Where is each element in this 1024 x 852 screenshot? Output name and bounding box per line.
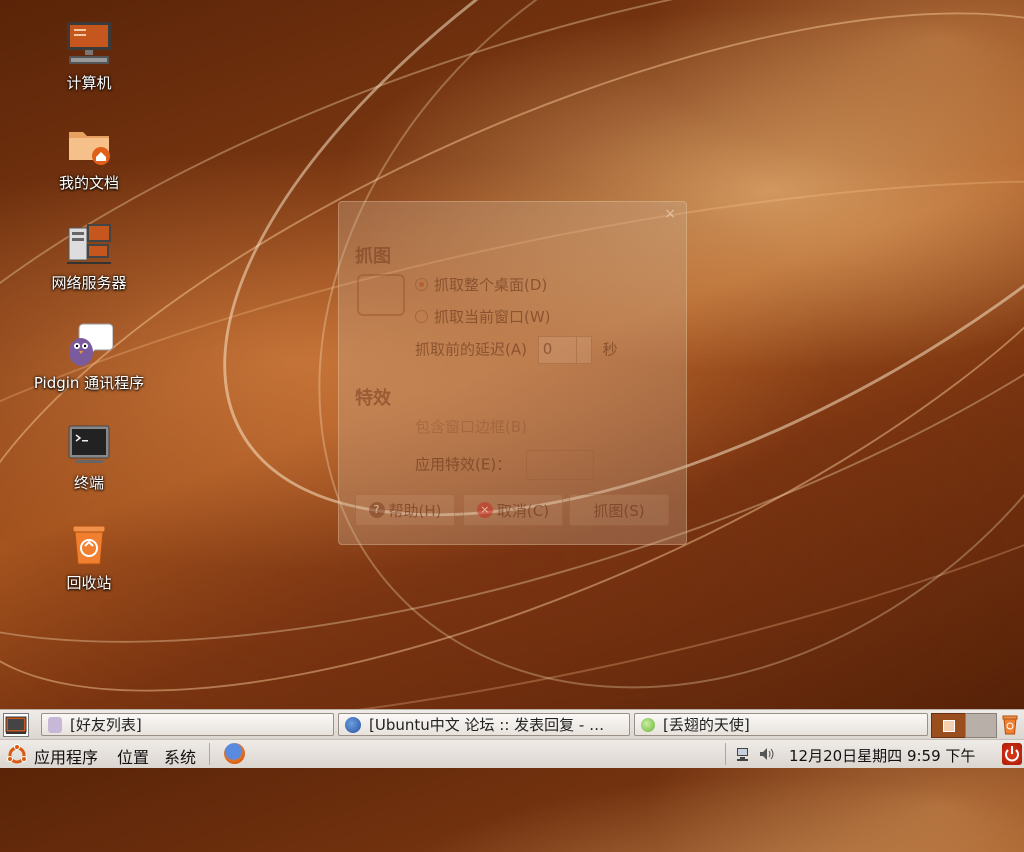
grab-button[interactable]: 抓图(S) bbox=[569, 494, 669, 526]
delay-label: 抓取前的延迟(A) bbox=[415, 340, 527, 359]
clock[interactable]: 12月20日星期四 9:59 下午 bbox=[789, 745, 975, 766]
help-button[interactable]: ? 帮助(H) bbox=[355, 494, 455, 526]
task-buddy-list[interactable]: [好友列表] bbox=[41, 713, 334, 736]
menu-system[interactable]: 系统 bbox=[164, 744, 196, 768]
desktop-icon-label: 回收站 bbox=[66, 574, 112, 592]
task-label: [好友列表] bbox=[70, 716, 142, 734]
shutdown-button[interactable] bbox=[1002, 743, 1022, 765]
desktop-icon-label: 网络服务器 bbox=[51, 274, 127, 292]
radio-label: 抓取当前窗口(W) bbox=[434, 308, 551, 326]
trash-applet[interactable] bbox=[1000, 714, 1020, 736]
radio-indicator bbox=[415, 278, 428, 291]
home-folder-icon bbox=[65, 120, 113, 168]
firefox-icon bbox=[345, 716, 361, 733]
desktop-icon-computer[interactable]: 计算机 bbox=[20, 20, 158, 93]
desktop-icon-label: 终端 bbox=[73, 474, 104, 492]
task-firefox[interactable]: [Ubuntu中文 论坛 :: 发表回复 - … bbox=[338, 713, 630, 736]
apply-effect-row: 应用特效(E)： bbox=[415, 450, 594, 480]
help-icon: ? bbox=[368, 502, 385, 518]
network-status-icon[interactable] bbox=[736, 746, 752, 766]
desktop-icon-documents[interactable]: 我的文档 bbox=[20, 120, 158, 193]
desktop-icon-label: 我的文档 bbox=[58, 174, 119, 192]
desktop-icon-trash[interactable]: 回收站 bbox=[20, 520, 158, 593]
firefox-launcher-icon[interactable] bbox=[224, 743, 245, 764]
checkbox-include-border[interactable]: 包含窗口边框(B) bbox=[415, 416, 527, 437]
task-label: [Ubuntu中文 论坛 :: 发表回复 - … bbox=[369, 716, 605, 734]
delay-unit: 秒 bbox=[602, 340, 618, 359]
pidgin-buddy-icon bbox=[48, 716, 62, 733]
separator bbox=[209, 743, 210, 765]
cancel-button-label: 取消(C) bbox=[496, 501, 550, 520]
section-title-grab: 抓图 bbox=[355, 246, 391, 267]
trash-icon bbox=[65, 520, 113, 568]
cancel-button[interactable]: × 取消(C) bbox=[463, 494, 563, 526]
menu-places[interactable]: 位置 bbox=[117, 744, 149, 768]
radio-label: 抓取整个桌面(D) bbox=[434, 276, 548, 294]
desktop-icon-label: 计算机 bbox=[66, 74, 112, 92]
pidgin-icon bbox=[65, 320, 114, 368]
desktop-icon-network[interactable]: 网络服务器 bbox=[20, 220, 158, 293]
task-label: [丢翅的天使] bbox=[663, 716, 750, 734]
terminal-icon bbox=[65, 420, 113, 468]
camera-icon bbox=[357, 274, 405, 316]
apply-effect-label: 应用特效(E)： bbox=[415, 455, 512, 474]
top-panel: 应用程序 位置 系统 12月20日星期四 9:59 下午 bbox=[0, 739, 1024, 768]
separator bbox=[725, 743, 726, 765]
spin-arrows[interactable] bbox=[575, 337, 591, 363]
window-list-panel: [好友列表] [Ubuntu中文 论坛 :: 发表回复 - … [丢翅的天使] bbox=[0, 709, 1024, 739]
delay-value: 0 bbox=[542, 340, 553, 358]
ubuntu-logo-icon bbox=[6, 744, 28, 770]
show-desktop-icon bbox=[5, 716, 27, 734]
desktop-icon-terminal[interactable]: 终端 bbox=[20, 420, 158, 493]
status-available-icon bbox=[641, 717, 655, 732]
desktop-icon-label: Pidgin 通讯程序 bbox=[33, 374, 145, 392]
desktop-icon-pidgin[interactable]: Pidgin 通讯程序 bbox=[20, 320, 158, 393]
screenshot-dialog: × 抓图 抓取整个桌面(D) 抓取当前窗口(W) 抓取前的延迟(A) 0 秒 特… bbox=[338, 201, 687, 545]
help-button-label: 帮助(H) bbox=[388, 501, 442, 520]
delay-row: 抓取前的延迟(A) 0 秒 bbox=[415, 336, 618, 364]
cancel-icon: × bbox=[476, 502, 493, 518]
effect-combobox[interactable] bbox=[525, 450, 594, 480]
workspace-2[interactable] bbox=[965, 713, 997, 738]
computer-icon bbox=[65, 20, 113, 68]
menu-applications[interactable]: 应用程序 bbox=[34, 744, 98, 768]
delay-spinbutton[interactable]: 0 bbox=[537, 336, 592, 364]
close-icon[interactable]: × bbox=[664, 206, 676, 222]
workspace-1[interactable] bbox=[931, 713, 967, 738]
trash-icon bbox=[1002, 715, 1018, 735]
volume-icon[interactable] bbox=[758, 746, 776, 766]
show-desktop-button[interactable] bbox=[3, 713, 29, 737]
checkbox-label: 包含窗口边框(B) bbox=[415, 418, 527, 436]
radio-grab-desktop[interactable]: 抓取整个桌面(D) bbox=[415, 274, 547, 295]
power-icon bbox=[1005, 746, 1019, 762]
task-chat[interactable]: [丢翅的天使] bbox=[634, 713, 928, 736]
section-title-effects: 特效 bbox=[355, 388, 391, 409]
radio-grab-window[interactable]: 抓取当前窗口(W) bbox=[415, 306, 551, 327]
network-servers-icon bbox=[65, 220, 113, 268]
grab-button-label: 抓图(S) bbox=[593, 501, 645, 520]
radio-indicator bbox=[415, 310, 428, 323]
workspace-window-thumb bbox=[943, 720, 955, 732]
